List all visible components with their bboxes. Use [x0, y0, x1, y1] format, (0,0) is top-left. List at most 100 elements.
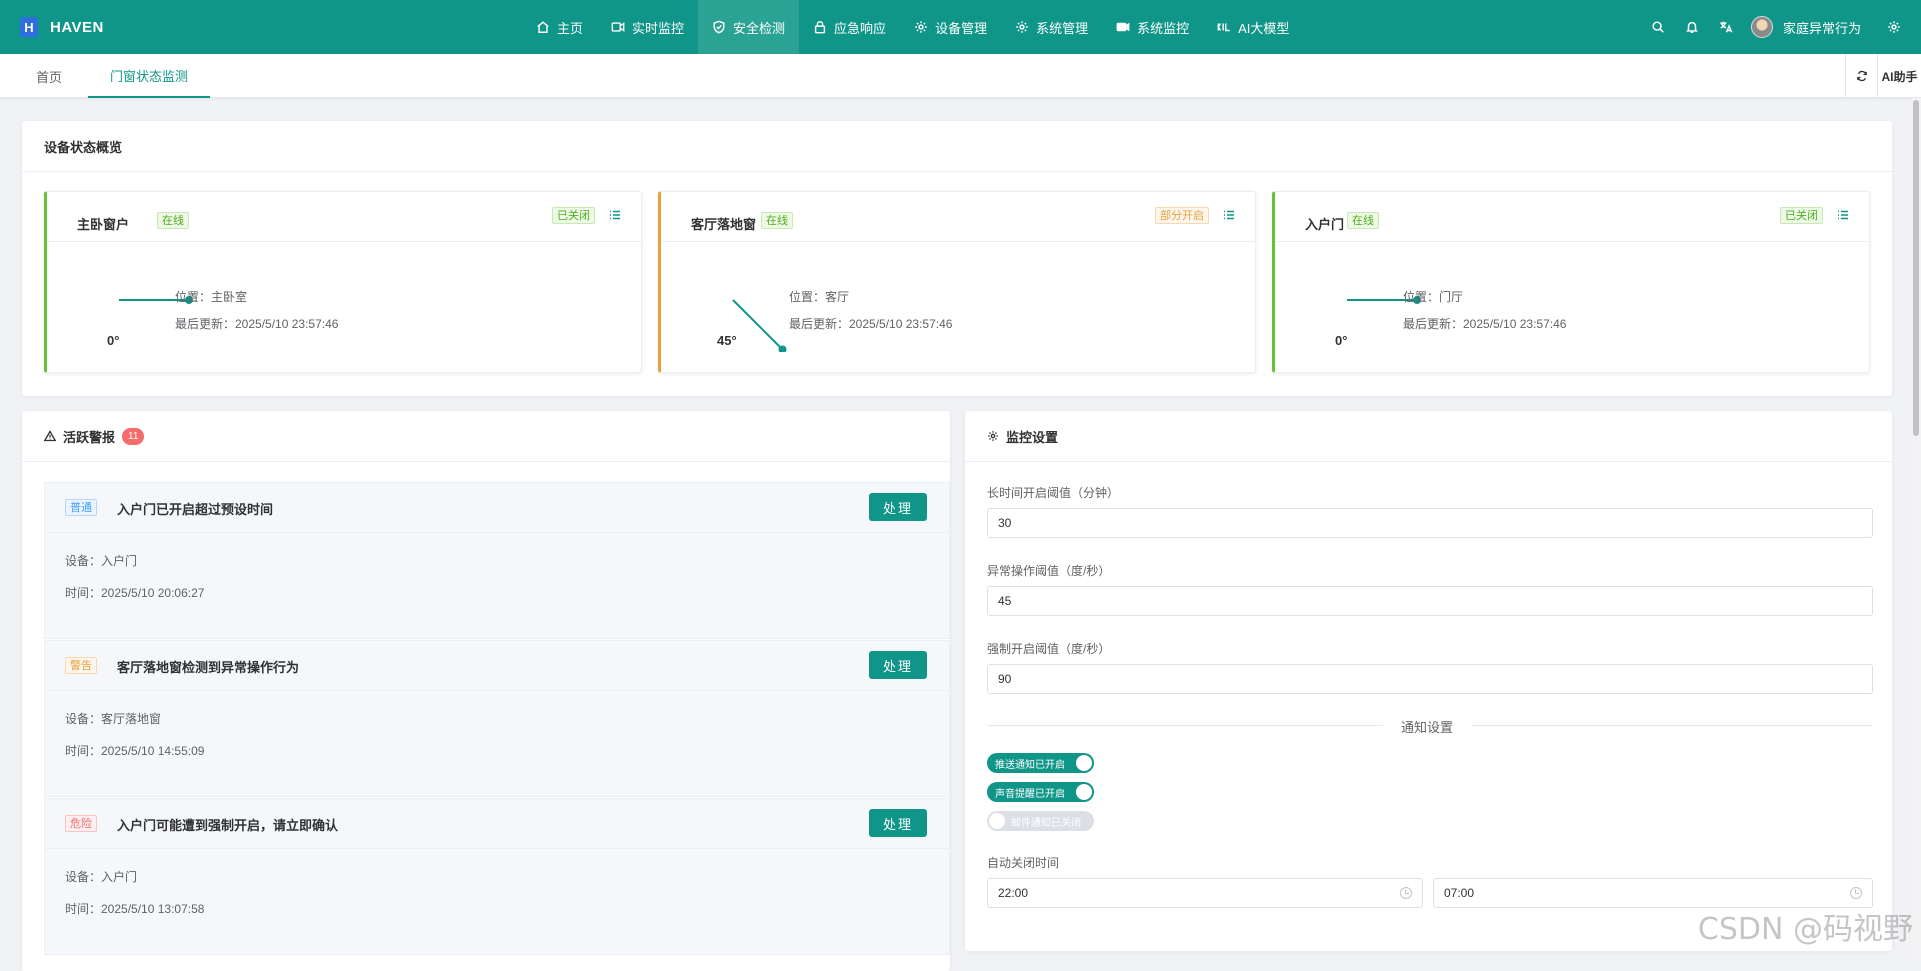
switch-knob [1076, 784, 1092, 800]
user-name[interactable]: 家庭异常行为 [1783, 18, 1861, 37]
page-scrollbar[interactable] [1911, 98, 1921, 958]
active-alerts-card: 活跃警报 11 普通 入户门已开启超过预设时间 处理 设备：入户门 时间：202… [22, 411, 950, 971]
menu-item-security[interactable]: 安全检测 [698, 0, 799, 54]
gear-icon [1887, 20, 1901, 34]
tabs-bar: 首页 门窗状态监测 AI助手 [0, 54, 1921, 98]
menu-item-label: 系统监控 [1137, 18, 1189, 37]
translate-icon [1719, 20, 1733, 34]
device-updated: 最后更新：2025/5/10 23:57:46 [789, 311, 952, 338]
settings-button[interactable] [1877, 0, 1911, 54]
device-name: 主卧窗户 [77, 214, 129, 233]
language-button[interactable] [1709, 0, 1743, 54]
alert-level-tag: 危险 [65, 815, 97, 832]
alerts-header: 活跃警报 11 [22, 411, 950, 462]
alert-time: 时间：2025/5/10 13:07:58 [65, 893, 204, 925]
menu-item-system-management[interactable]: 系统管理 [1001, 0, 1102, 54]
alert-item: 危险 入户门可能遭到强制开启，请立即确认 处理 设备：入户门 时间：2025/5… [44, 798, 950, 955]
card-title: 活跃警报 [63, 427, 115, 446]
online-badge: 在线 [761, 212, 793, 229]
card-title: 监控设置 [1006, 427, 1058, 446]
avatar[interactable] [1751, 16, 1773, 38]
abnormal-input[interactable]: 45 [987, 586, 1873, 616]
search-icon [1651, 20, 1665, 34]
alert-device: 设备：入户门 [65, 545, 204, 577]
start-time-value: 22:00 [998, 886, 1028, 900]
handle-button[interactable]: 处理 [869, 809, 927, 837]
refresh-icon [1856, 70, 1868, 82]
notifications-button[interactable] [1675, 0, 1709, 54]
monitor-settings-card: 监控设置 长时间开启阈值（分钟） 30 异常操作阈值（度/秒） 45 强制开启阈… [965, 411, 1892, 951]
end-time-value: 07:00 [1444, 886, 1474, 900]
warning-icon [44, 430, 56, 442]
details-button[interactable] [1837, 209, 1849, 221]
angle-value: 0° [1335, 333, 1347, 348]
switch-label: 邮件通知已关闭 [1011, 814, 1081, 829]
tab-door-window-monitor[interactable]: 门窗状态监测 [88, 54, 210, 98]
gear-icon [914, 20, 928, 34]
long-open-label: 长时间开启阈值（分钟） [987, 484, 1119, 501]
email-notify-switch[interactable]: 邮件通知已关闭 [987, 811, 1094, 831]
alert-device: 设备：客厅落地窗 [65, 703, 204, 735]
details-button[interactable] [1223, 209, 1235, 221]
ai-assistant-button[interactable]: AI助手 [1877, 54, 1921, 98]
device-overview-card: 设备状态概览 主卧窗户 在线 已关闭 0° 位置：主卧室 最后更新：2025/5… [22, 121, 1892, 396]
main-menu: 主页 实时监控 安全检测 应急响应 设备管理 系统管理 系统监控 AI大模型 [522, 0, 1303, 54]
device-card: 入户门 在线 已关闭 0° 位置：门厅 最后更新：2025/5/10 23:57… [1272, 191, 1870, 373]
menu-item-emergency[interactable]: 应急响应 [799, 0, 900, 54]
tab-tools: AI助手 [1845, 54, 1921, 98]
handle-button[interactable]: 处理 [869, 493, 927, 521]
device-name: 客厅落地窗 [691, 214, 756, 233]
refresh-button[interactable] [1845, 54, 1877, 98]
alert-level-tag: 警告 [65, 657, 97, 674]
logo-badge: H [20, 17, 38, 37]
forced-input[interactable]: 90 [987, 664, 1873, 694]
details-button[interactable] [609, 209, 621, 221]
alert-title: 客厅落地窗检测到异常操作行为 [117, 657, 299, 676]
online-badge: 在线 [157, 212, 189, 229]
menu-item-device-management[interactable]: 设备管理 [900, 0, 1001, 54]
clock-icon [1850, 887, 1862, 899]
push-notify-switch[interactable]: 推送通知已开启 [987, 753, 1094, 773]
alert-count-badge: 11 [122, 428, 144, 445]
alert-title: 入户门已开启超过预设时间 [117, 499, 273, 518]
device-updated: 最后更新：2025/5/10 23:57:46 [175, 311, 338, 338]
switch-label: 推送通知已开启 [995, 756, 1065, 771]
nav-actions: 家庭异常行为 [1641, 0, 1911, 54]
watermark: CSDN @码视野 [1698, 904, 1913, 948]
shield-check-icon [712, 20, 726, 34]
sound-alert-switch[interactable]: 声音提醒已开启 [987, 782, 1094, 802]
alert-level-tag: 普通 [65, 499, 97, 516]
handle-button[interactable]: 处理 [869, 651, 927, 679]
video-icon [611, 20, 625, 34]
angle-value: 0° [107, 333, 119, 348]
menu-item-ai-model[interactable]: AI大模型 [1203, 0, 1303, 54]
angle-value: 45° [717, 333, 737, 348]
search-button[interactable] [1641, 0, 1675, 54]
status-badge: 已关闭 [552, 207, 595, 224]
home-icon [536, 20, 550, 34]
ai-icon [1217, 20, 1231, 34]
tab-home[interactable]: 首页 [35, 54, 63, 98]
switch-label: 声音提醒已开启 [995, 785, 1065, 800]
start-time-picker[interactable]: 22:00 [987, 878, 1423, 908]
online-badge: 在线 [1347, 212, 1379, 229]
menu-item-label: AI大模型 [1238, 18, 1289, 37]
device-location: 位置：客厅 [789, 284, 952, 311]
menu-item-system-monitor[interactable]: 系统监控 [1102, 0, 1203, 54]
alert-device: 设备：入户门 [65, 861, 204, 893]
auto-close-label: 自动关闭时间 [987, 854, 1059, 871]
long-open-input[interactable]: 30 [987, 508, 1873, 538]
alert-title: 入户门可能遭到强制开启，请立即确认 [117, 815, 338, 834]
device-updated: 最后更新：2025/5/10 23:57:46 [1403, 311, 1566, 338]
menu-item-label: 应急响应 [834, 18, 886, 37]
device-card: 主卧窗户 在线 已关闭 0° 位置：主卧室 最后更新：2025/5/10 23:… [44, 191, 642, 373]
scrollbar-thumb[interactable] [1913, 100, 1919, 436]
switch-knob [989, 813, 1005, 829]
menu-item-realtime[interactable]: 实时监控 [597, 0, 698, 54]
menu-item-label: 系统管理 [1036, 18, 1088, 37]
menu-item-home[interactable]: 主页 [522, 0, 597, 54]
menu-item-label: 设备管理 [935, 18, 987, 37]
menu-item-label: 安全检测 [733, 18, 785, 37]
forced-label: 强制开启阈值（度/秒） [987, 640, 1110, 657]
app-logo[interactable]: H HAVEN [20, 17, 104, 37]
